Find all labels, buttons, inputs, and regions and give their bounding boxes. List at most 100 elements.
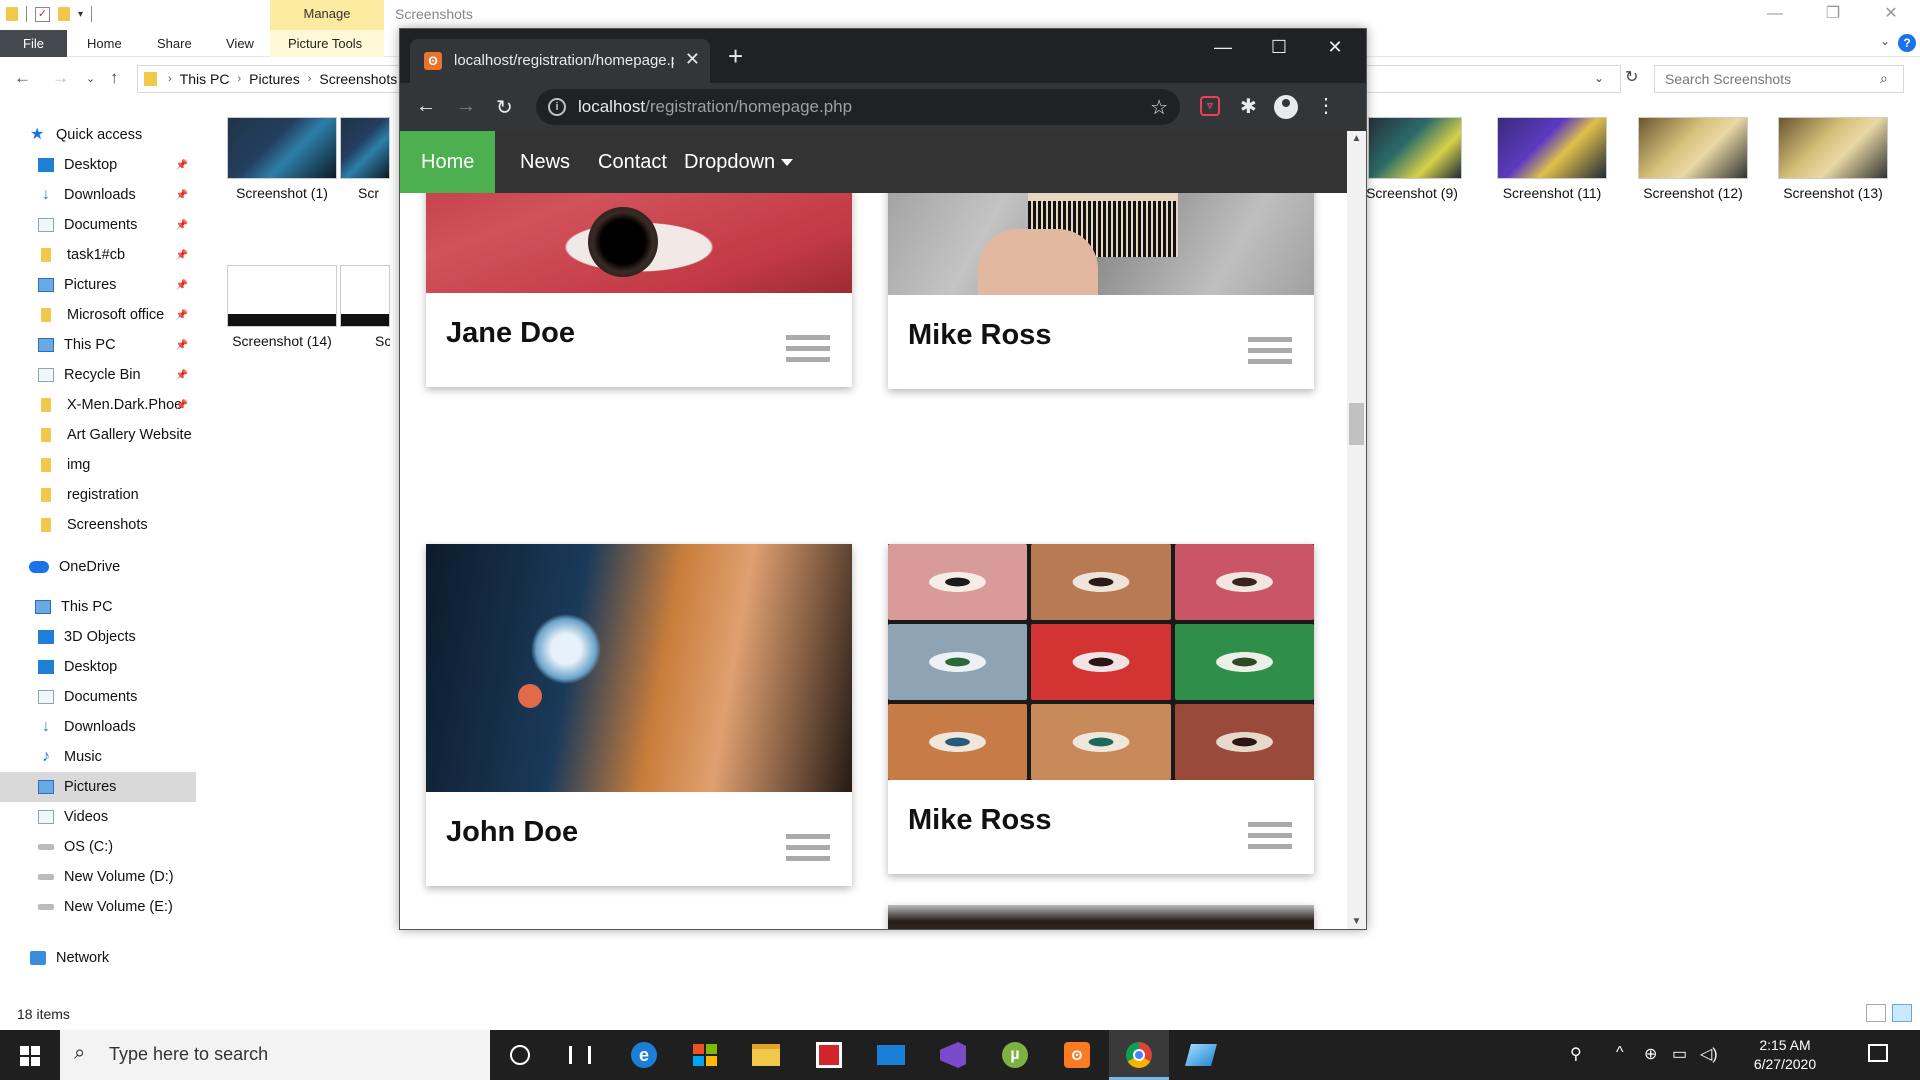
artwork-image-eyes-grid[interactable] — [888, 544, 1314, 780]
task-view-button[interactable] — [550, 1030, 610, 1080]
expand-ribbon-icon[interactable]: ⌄ — [1880, 34, 1890, 48]
network-globe-icon[interactable]: ⊕ — [1644, 1044, 1657, 1064]
recent-locations-icon[interactable]: ⌄ — [86, 72, 95, 85]
people-icon[interactable]: ⚲ — [1570, 1044, 1582, 1064]
new-tab-button[interactable]: + — [728, 43, 743, 69]
hamburger-menu-icon[interactable] — [1248, 337, 1292, 370]
nav-item[interactable]: This PC 📌 — [0, 330, 196, 360]
manage-context-tab[interactable]: Manage — [270, 0, 384, 30]
folder-icon[interactable] — [6, 7, 18, 21]
volume-icon[interactable]: ◁) — [1700, 1044, 1718, 1064]
hamburger-menu-icon[interactable] — [786, 834, 830, 867]
file-item[interactable]: Screenshot (14) — [222, 265, 342, 349]
breadcrumb-this-pc[interactable]: This PC — [180, 71, 230, 87]
nav-item[interactable]: New Volume (E:) — [0, 892, 196, 922]
taskbar-app-gem[interactable] — [1171, 1030, 1231, 1080]
cortana-button[interactable] — [490, 1030, 550, 1080]
artwork-image-space-hand[interactable] — [426, 544, 852, 792]
pocket-extension-icon[interactable]: ▿ — [1200, 96, 1220, 116]
close-button[interactable]: ✕ — [1312, 37, 1358, 58]
gallery-card[interactable]: John Doe — [426, 544, 852, 886]
scroll-up-arrow-icon[interactable]: ▲ — [1347, 133, 1366, 144]
bookmark-star-icon[interactable]: ☆ — [1150, 95, 1168, 120]
nav-home-link[interactable]: Home — [400, 131, 496, 193]
nav-dropdown[interactable]: Dropdown — [663, 131, 814, 193]
nav-item[interactable]: Desktop — [0, 652, 196, 682]
taskbar-app-file-explorer[interactable] — [736, 1030, 796, 1080]
nav-item[interactable]: Pictures 📌 — [0, 270, 196, 300]
taskbar-app-chrome[interactable] — [1109, 1030, 1169, 1080]
chevron-right-icon[interactable]: › — [168, 73, 172, 85]
pin-icon[interactable]: 📌 — [176, 160, 188, 171]
pin-icon[interactable]: 📌 — [176, 340, 188, 351]
artwork-image-partial[interactable] — [888, 905, 1314, 929]
pin-icon[interactable]: 📌 — [176, 250, 188, 261]
tab-picture-tools[interactable]: Picture Tools — [288, 30, 362, 57]
hamburger-menu-icon[interactable] — [786, 335, 830, 368]
info-icon[interactable]: i — [548, 98, 566, 116]
nav-item[interactable]: Desktop 📌 — [0, 150, 196, 180]
reload-icon[interactable]: ↻ — [496, 95, 513, 120]
help-icon[interactable]: ? — [1898, 34, 1916, 52]
nav-item[interactable]: X-Men.Dark.Phoe 📌 — [0, 390, 196, 420]
up-icon[interactable]: ↑ — [110, 68, 119, 88]
nav-item[interactable]: ♪ Music — [0, 742, 196, 772]
breadcrumb-pictures[interactable]: Pictures — [249, 71, 300, 87]
nav-item[interactable]: ↓ Downloads 📌 — [0, 180, 196, 210]
tab-file[interactable]: File — [0, 30, 67, 57]
nav-item[interactable]: New Volume (D:) — [0, 862, 196, 892]
file-item[interactable]: Screenshot (12) — [1633, 117, 1753, 201]
pin-icon[interactable]: 📌 — [176, 280, 188, 291]
forward-icon[interactable]: → — [456, 95, 476, 118]
taskbar-app-xampp[interactable]: ʘ — [1047, 1030, 1107, 1080]
page-scrollbar[interactable]: ▲ ▼ — [1347, 131, 1366, 929]
start-button[interactable] — [0, 1030, 60, 1080]
refresh-icon[interactable]: ↻ — [1625, 67, 1638, 87]
taskbar-app-utorrent[interactable]: µ — [985, 1030, 1045, 1080]
pin-icon[interactable]: 📌 — [176, 370, 188, 381]
battery-icon[interactable]: ▭ — [1672, 1044, 1687, 1064]
more-options-icon[interactable]: ⋮ — [1316, 93, 1336, 118]
minimize-button[interactable]: — — [1746, 0, 1804, 30]
nav-item[interactable]: Documents 📌 — [0, 210, 196, 240]
scrollbar-thumb[interactable] — [1349, 403, 1364, 445]
clock[interactable]: 2:15 AM 6/27/2020 — [1740, 1036, 1830, 1074]
taskbar-app-mail[interactable] — [861, 1030, 921, 1080]
details-view-button[interactable] — [1866, 1004, 1886, 1022]
search-icon[interactable]: ⌕ — [1880, 70, 1912, 87]
back-icon[interactable]: ← — [416, 95, 436, 118]
gallery-card[interactable]: Mike Ross — [888, 544, 1314, 874]
forward-icon[interactable]: → — [52, 68, 69, 88]
nav-network[interactable]: Network — [0, 943, 196, 973]
extensions-puzzle-icon[interactable]: ✱ — [1240, 94, 1257, 119]
nav-item[interactable]: Recycle Bin 📌 — [0, 360, 196, 390]
tab-view[interactable]: View — [226, 30, 254, 57]
pin-icon[interactable]: 📌 — [176, 310, 188, 321]
address-bar[interactable]: i localhost/registration/homepage.php ☆ — [536, 89, 1180, 125]
nav-this-pc[interactable]: This PC — [0, 592, 196, 622]
chevron-down-icon[interactable]: ⌄ — [1594, 71, 1604, 85]
nav-item[interactable]: Art Gallery Website — [0, 420, 196, 450]
file-item[interactable]: Scre — [340, 265, 390, 349]
nav-item[interactable]: task1#cb 📌 — [0, 240, 196, 270]
nav-item[interactable]: Pictures — [0, 772, 196, 802]
file-item[interactable]: Screenshot (1) — [222, 117, 342, 201]
close-button[interactable]: ✕ — [1862, 0, 1920, 30]
tab-home[interactable]: Home — [87, 30, 122, 57]
taskbar-app-gift[interactable] — [799, 1030, 859, 1080]
minimize-button[interactable]: — — [1200, 37, 1246, 58]
nav-item[interactable]: ↓ Downloads — [0, 712, 196, 742]
large-icons-view-button[interactable] — [1892, 1004, 1912, 1022]
breadcrumb-screenshots[interactable]: Screenshots — [319, 71, 397, 87]
tab-share[interactable]: Share — [157, 30, 192, 57]
nav-item[interactable]: Documents — [0, 682, 196, 712]
browser-tab[interactable]: ʘ localhost/registration/homepage.php ✕ — [410, 39, 710, 83]
new-folder-icon[interactable] — [58, 7, 70, 21]
nav-quick-access[interactable]: ★ Quick access — [0, 120, 196, 150]
file-item[interactable]: Screenshot (13) — [1773, 117, 1893, 201]
taskbar-app-edge[interactable]: e — [614, 1030, 674, 1080]
file-item[interactable]: Screenshot (9) — [1352, 117, 1472, 201]
nav-onedrive[interactable]: OneDrive — [0, 552, 196, 582]
search-input[interactable]: Search Screenshots — [1654, 65, 1904, 93]
file-item[interactable]: Scr — [340, 117, 390, 201]
